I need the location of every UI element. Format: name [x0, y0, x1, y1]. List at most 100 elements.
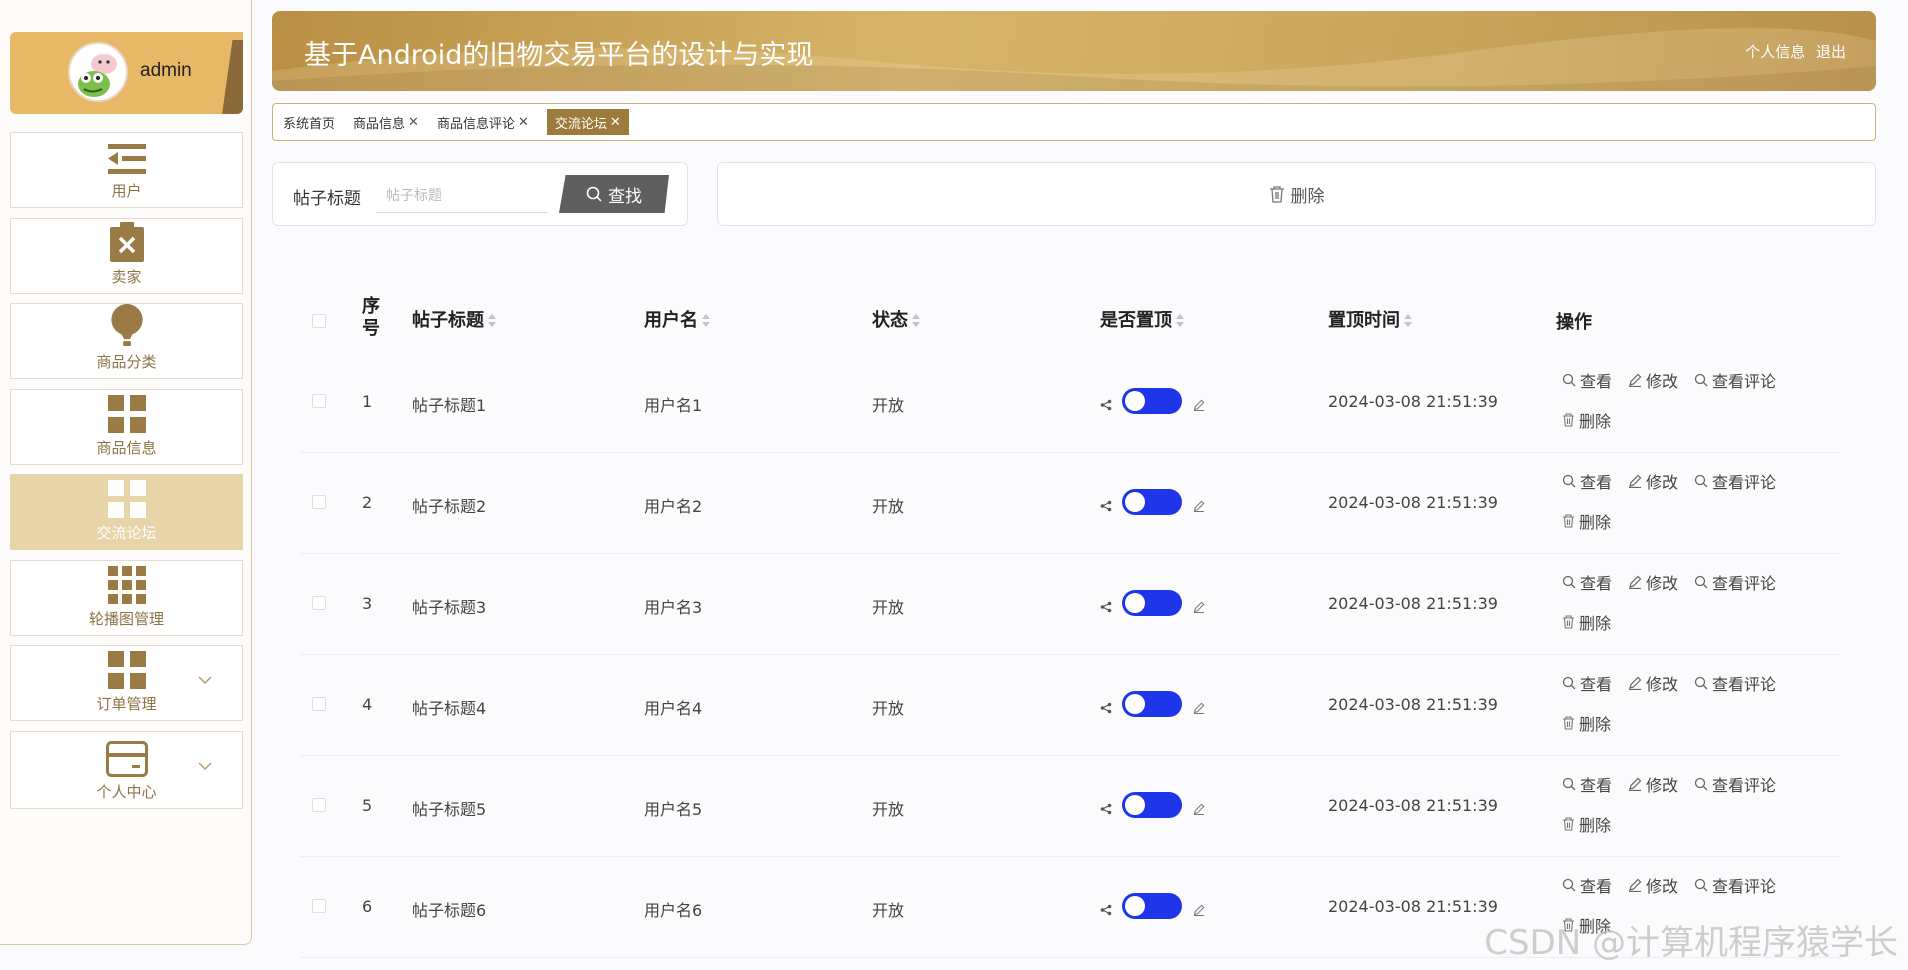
- delete-button[interactable]: 删除: [1562, 610, 1611, 634]
- sort-icon[interactable]: [1404, 314, 1412, 328]
- delete-button[interactable]: 删除: [1562, 711, 1611, 735]
- sidebar-item-users[interactable]: 用户: [10, 132, 243, 208]
- pin-edit-button[interactable]: [1193, 497, 1205, 516]
- search-button[interactable]: 查找: [559, 175, 669, 213]
- delete-button[interactable]: 删除: [1562, 812, 1611, 836]
- view-button[interactable]: 查看: [1562, 570, 1612, 594]
- pen-icon: [1193, 803, 1205, 815]
- table-row: 2 帖子标题2 用户名2 开放 2024-03-08 21:51:39 查看 修改 查看评论删…: [300, 453, 1840, 554]
- search-input[interactable]: [376, 179, 548, 213]
- row-checkbox[interactable]: [312, 899, 326, 913]
- view-button[interactable]: 查看: [1562, 873, 1612, 897]
- grid-icon: [107, 651, 146, 689]
- pin-edit-button[interactable]: [1193, 396, 1205, 415]
- view-label: 查看: [1580, 877, 1613, 896]
- pin-share-button[interactable]: [1100, 598, 1112, 617]
- delete-label: 删除: [1290, 186, 1325, 207]
- sort-icon[interactable]: [488, 314, 496, 328]
- edit-button[interactable]: 修改: [1628, 671, 1678, 695]
- sidebar-item-categories[interactable]: 商品分类: [10, 303, 243, 379]
- row-checkbox[interactable]: [312, 495, 326, 509]
- view-button[interactable]: 查看: [1562, 671, 1612, 695]
- row-checkbox[interactable]: [312, 596, 326, 610]
- close-icon[interactable]: ✕: [518, 115, 529, 130]
- search-icon: [1694, 373, 1708, 387]
- view-button[interactable]: 查看: [1562, 368, 1612, 392]
- row-username: 用户名6: [644, 901, 703, 920]
- pinned-toggle[interactable]: [1122, 489, 1182, 515]
- sort-icon[interactable]: [1176, 314, 1184, 328]
- pin-share-button[interactable]: [1100, 901, 1112, 920]
- sidebar-item-sellers[interactable]: 卖家: [10, 218, 243, 294]
- trash-icon: [1563, 615, 1574, 629]
- pinned-toggle[interactable]: [1122, 590, 1182, 616]
- view-comments-button[interactable]: 查看评论: [1694, 671, 1776, 695]
- view-button[interactable]: 查看: [1562, 772, 1612, 796]
- view-comments-button[interactable]: 查看评论: [1694, 469, 1776, 493]
- tab-home[interactable]: 系统首页: [283, 109, 335, 135]
- pin-edit-button[interactable]: [1193, 800, 1205, 819]
- user-profile[interactable]: admin: [10, 32, 243, 114]
- header-status[interactable]: 状态: [872, 306, 920, 332]
- delete-button[interactable]: 删除: [1562, 509, 1611, 533]
- sidebar-item-products[interactable]: 商品信息: [10, 389, 243, 465]
- tab-products[interactable]: 商品信息 ✕: [353, 109, 419, 135]
- search-icon: [1562, 676, 1576, 690]
- tab-bar: 系统首页 商品信息 ✕ 商品信息评论 ✕ 交流论坛 ✕: [272, 103, 1876, 141]
- trash-icon: [1563, 413, 1574, 427]
- pin-edit-button[interactable]: [1193, 699, 1205, 718]
- pinned-toggle[interactable]: [1122, 792, 1182, 818]
- pin-edit-button[interactable]: [1193, 901, 1205, 920]
- tab-forum[interactable]: 交流论坛 ✕: [546, 109, 629, 135]
- sidebar-item-orders[interactable]: 订单管理: [10, 645, 243, 721]
- row-checkbox[interactable]: [312, 798, 326, 812]
- sort-icon[interactable]: [912, 314, 920, 328]
- logout-link[interactable]: 退出: [1816, 43, 1846, 61]
- header-pin-time[interactable]: 置顶时间: [1328, 306, 1412, 332]
- search-icon: [1694, 878, 1708, 892]
- profile-link[interactable]: 个人信息: [1745, 43, 1805, 61]
- header-title[interactable]: 帖子标题: [412, 306, 496, 332]
- pinned-toggle[interactable]: [1122, 893, 1182, 919]
- edit-label: 修改: [1646, 372, 1679, 391]
- sidebar-item-label: 交流论坛: [96, 524, 157, 542]
- header-pinned[interactable]: 是否置顶: [1100, 306, 1184, 332]
- pin-edit-button[interactable]: [1193, 598, 1205, 617]
- edit-button[interactable]: 修改: [1628, 873, 1678, 897]
- pin-share-button[interactable]: [1100, 497, 1112, 516]
- header-username[interactable]: 用户名: [644, 306, 710, 332]
- view-comments-button[interactable]: 查看评论: [1694, 873, 1776, 897]
- tab-product-comments[interactable]: 商品信息评论 ✕: [437, 109, 529, 135]
- select-all-checkbox[interactable]: [312, 314, 326, 328]
- share-icon: [1100, 500, 1112, 512]
- row-pin-time: 2024-03-08 21:51:39: [1328, 796, 1498, 815]
- edit-button[interactable]: 修改: [1628, 570, 1678, 594]
- view-comments-button[interactable]: 查看评论: [1694, 570, 1776, 594]
- sidebar-item-forum[interactable]: 交流论坛: [10, 474, 243, 550]
- edit-button[interactable]: 修改: [1628, 469, 1678, 493]
- sort-icon[interactable]: [702, 314, 710, 328]
- edit-button[interactable]: 修改: [1628, 772, 1678, 796]
- header-actions: 操作: [1556, 312, 1592, 333]
- batch-delete-button[interactable]: 删除: [1269, 182, 1325, 207]
- view-comments-button[interactable]: 查看评论: [1694, 772, 1776, 796]
- view-comments-button[interactable]: 查看评论: [1694, 368, 1776, 392]
- pin-share-button[interactable]: [1100, 699, 1112, 718]
- edit-icon: [1629, 474, 1642, 488]
- pinned-toggle[interactable]: [1122, 388, 1182, 414]
- view-button[interactable]: 查看: [1562, 469, 1612, 493]
- row-username: 用户名2: [644, 497, 703, 516]
- row-status: 开放: [872, 800, 905, 819]
- pin-share-button[interactable]: [1100, 800, 1112, 819]
- pin-share-button[interactable]: [1100, 396, 1112, 415]
- sidebar-item-carousel[interactable]: 轮播图管理: [10, 560, 243, 636]
- edit-label: 修改: [1646, 877, 1679, 896]
- row-checkbox[interactable]: [312, 697, 326, 711]
- pinned-toggle[interactable]: [1122, 691, 1182, 717]
- close-icon[interactable]: ✕: [610, 115, 621, 130]
- sidebar-item-personal-center[interactable]: 个人中心: [10, 731, 243, 809]
- edit-button[interactable]: 修改: [1628, 368, 1678, 392]
- close-icon[interactable]: ✕: [408, 115, 419, 130]
- delete-button[interactable]: 删除: [1562, 408, 1611, 432]
- row-checkbox[interactable]: [312, 394, 326, 408]
